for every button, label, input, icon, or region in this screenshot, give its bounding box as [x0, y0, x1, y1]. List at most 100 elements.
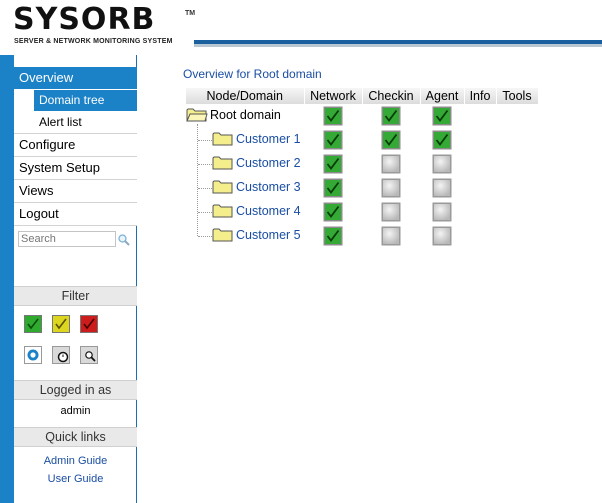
ok-filter-button[interactable]: [24, 315, 42, 333]
folder-icon: [212, 155, 234, 173]
ok-status-icon[interactable]: [432, 130, 452, 150]
tools-cell: [496, 104, 538, 128]
search-input[interactable]: [18, 231, 116, 247]
no-status-icon[interactable]: [381, 178, 401, 198]
nav-alert-list[interactable]: Alert list: [14, 112, 137, 134]
nav-domain-tree[interactable]: Domain tree: [34, 90, 137, 112]
agent-status-cell: [420, 200, 464, 224]
network-status-cell: [304, 104, 362, 128]
node-cell: Customer 5: [186, 224, 304, 248]
table-row: Root domain: [186, 104, 538, 128]
node-name[interactable]: Customer 5: [236, 228, 301, 242]
admin-guide-link[interactable]: Admin Guide: [14, 455, 137, 467]
tools-cell: [496, 200, 538, 224]
info-cell: [464, 152, 496, 176]
column-header-tools: Tools: [496, 88, 539, 104]
agent-status-cell: [420, 128, 464, 152]
no-status-icon[interactable]: [381, 202, 401, 222]
folder-icon: [212, 131, 234, 149]
folder-icon: [212, 203, 234, 221]
checkin-status-cell: [362, 152, 420, 176]
info-cell: [464, 200, 496, 224]
ok-status-icon[interactable]: [323, 130, 343, 150]
ok-status-icon[interactable]: [381, 106, 401, 126]
ok-status-icon[interactable]: [323, 202, 343, 222]
no-status-icon[interactable]: [432, 178, 452, 198]
node-cell: Customer 4: [186, 200, 304, 224]
column-header-info: Info: [464, 88, 497, 104]
folder-icon: [212, 179, 234, 197]
no-status-icon[interactable]: [432, 226, 452, 246]
sysorb-logo: SYSORB: [13, 5, 155, 35]
checkin-status-cell: [362, 176, 420, 200]
nav-system-setup[interactable]: System Setup: [14, 157, 137, 180]
tree-connector-horizontal: [198, 164, 212, 165]
user-guide-link[interactable]: User Guide: [14, 473, 137, 485]
no-status-icon[interactable]: [381, 154, 401, 174]
node-name[interactable]: Customer 4: [236, 204, 301, 218]
ok-status-icon[interactable]: [323, 154, 343, 174]
table-row: Customer 2: [186, 152, 538, 176]
node-entry[interactable]: Root domain: [186, 107, 281, 125]
folder-icon: [212, 227, 234, 245]
magnify-filter-icon[interactable]: [80, 346, 98, 364]
no-status-icon[interactable]: [432, 202, 452, 222]
node-cell: Customer 2: [186, 152, 304, 176]
info-cell: [464, 176, 496, 200]
info-cell: [464, 128, 496, 152]
tools-cell: [496, 224, 538, 248]
node-name[interactable]: Customer 2: [236, 156, 301, 170]
checkin-status-cell: [362, 224, 420, 248]
tree-connector-horizontal: [198, 212, 212, 213]
filter-header: Filter: [14, 286, 137, 306]
node-name[interactable]: Customer 3: [236, 180, 301, 194]
network-status-cell: [304, 200, 362, 224]
app-header: SYSORB TM SERVER & NETWORK MONITORING SY…: [0, 0, 602, 60]
table-header-row: Node/Domain Network Checkin Agent Info T…: [186, 88, 539, 104]
tools-cell: [496, 128, 538, 152]
search-icon[interactable]: [118, 234, 130, 246]
logged-in-header: Logged in as: [14, 380, 137, 400]
table-row: Customer 4: [186, 200, 538, 224]
clock-filter-icon[interactable]: [52, 346, 70, 364]
ok-status-icon[interactable]: [323, 178, 343, 198]
nav-configure[interactable]: Configure: [14, 134, 137, 157]
ok-status-icon[interactable]: [323, 226, 343, 246]
open-folder-icon: [186, 107, 208, 125]
tools-cell: [496, 176, 538, 200]
agent-status-cell: [420, 152, 464, 176]
checkin-status-cell: [362, 128, 420, 152]
nav-overview[interactable]: Overview: [14, 67, 137, 90]
quick-links-header: Quick links: [14, 427, 137, 447]
logged-in-username: admin: [60, 405, 91, 417]
no-status-icon[interactable]: [381, 226, 401, 246]
warning-filter-button[interactable]: [52, 315, 70, 333]
nav-logout[interactable]: Logout: [14, 203, 137, 226]
checkin-status-cell: [362, 104, 420, 128]
table-row: Customer 5: [186, 224, 538, 248]
ok-status-icon[interactable]: [381, 130, 401, 150]
info-cell: [464, 104, 496, 128]
search-box: [14, 226, 137, 256]
ok-status-icon[interactable]: [323, 106, 343, 126]
no-status-icon[interactable]: [432, 154, 452, 174]
logo-text: SYSORB: [13, 2, 156, 37]
sidebar: Overview Domain tree Alert list Configur…: [0, 55, 137, 503]
nav-views[interactable]: Views: [14, 180, 137, 203]
network-status-cell: [304, 176, 362, 200]
node-name[interactable]: Customer 1: [236, 132, 301, 146]
node-cell: Customer 1: [186, 128, 304, 152]
node-cell: Root domain: [186, 104, 304, 128]
column-header-checkin: Checkin: [362, 88, 421, 104]
critical-filter-button[interactable]: [80, 315, 98, 333]
checkin-status-cell: [362, 200, 420, 224]
sidebar-nav: Overview Domain tree Alert list Configur…: [14, 67, 137, 256]
node-name: Root domain: [210, 108, 281, 123]
status-filter-icon[interactable]: [24, 346, 42, 364]
column-header-network: Network: [304, 88, 363, 104]
tree-connector-vertical: [197, 124, 198, 236]
logo-tagline: SERVER & NETWORK MONITORING SYSTEM: [14, 38, 173, 45]
info-cell: [464, 224, 496, 248]
ok-status-icon[interactable]: [432, 106, 452, 126]
agent-status-cell: [420, 176, 464, 200]
